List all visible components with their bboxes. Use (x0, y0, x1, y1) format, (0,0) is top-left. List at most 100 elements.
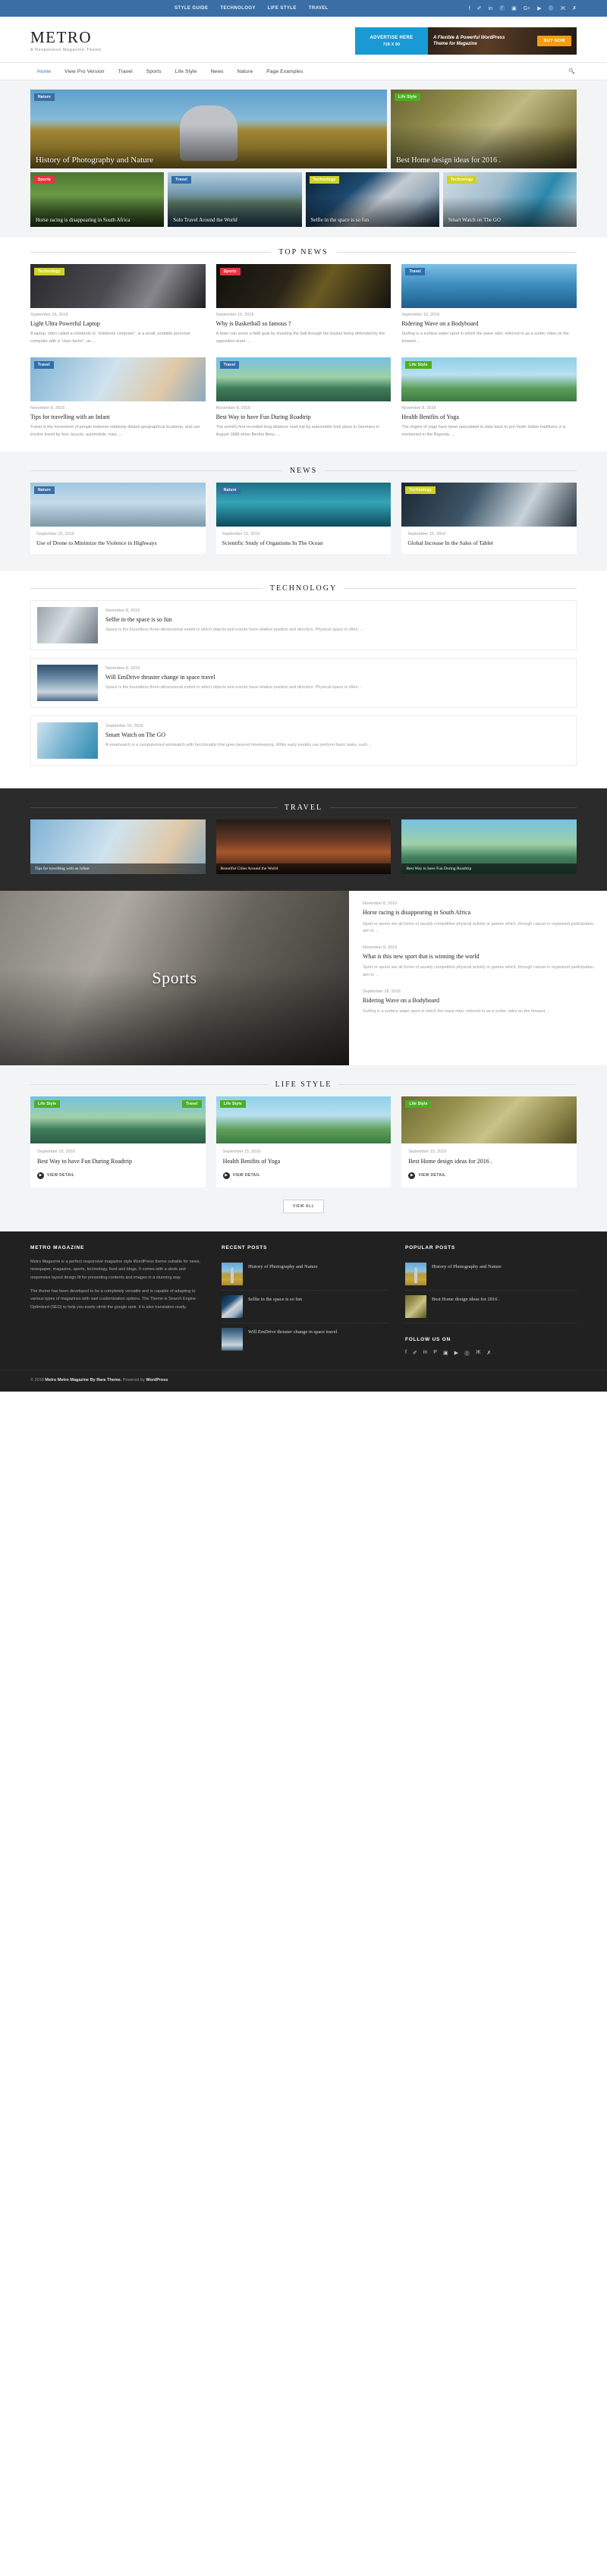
card-thumbnail[interactable]: Travel (215, 357, 392, 402)
slider-side-item[interactable]: Life Style Best Home design ideas for 20… (391, 90, 577, 168)
news-card[interactable]: Technology September 15, 2016 Global Inc… (401, 482, 577, 555)
slider-small-title[interactable]: Selfie in the space is so fun (311, 217, 434, 223)
card-title[interactable]: Best Way to have Fun During Roadtrip (37, 1158, 199, 1165)
category-badge[interactable]: Nature (34, 486, 55, 494)
card-thumbnail[interactable]: Life Style (215, 1096, 392, 1144)
advertise-here-box[interactable]: ADVERTISE HERE 728 X 90 (355, 27, 428, 55)
lifestyle-card[interactable]: Life Style Travel September 15, 2016 Bes… (30, 1096, 206, 1187)
card-title[interactable]: Use of Drone to Minimize the Violence in… (36, 539, 200, 547)
category-badge[interactable]: Life Style (395, 93, 421, 101)
lifestyle-card[interactable]: Life Style September 15, 2016 Health Ben… (215, 1096, 392, 1187)
odnoklassniki-icon[interactable]: Ⓞ (464, 1350, 470, 1357)
card-title[interactable]: Health Benifits of Yoga (223, 1158, 385, 1165)
slider-small-title[interactable]: Smart Watch on The GO (448, 217, 571, 223)
post-title[interactable]: Will EmDrive thruster change in space tr… (248, 1328, 337, 1336)
slider-small-title[interactable]: Horse racing is disappearing in South Af… (36, 217, 159, 223)
search-icon[interactable]: 🔍 (568, 68, 577, 74)
news-card[interactable]: Life Style November 8, 2016 Health Benif… (401, 357, 577, 439)
card-title[interactable]: Why is Basketball so famous ? (216, 320, 392, 328)
travel-card-title[interactable]: Beautiful Cities Around the World (215, 863, 392, 875)
slider-small-item[interactable]: Technology Selfie in the space is so fun (305, 172, 439, 227)
xing-icon[interactable]: ✗ (572, 6, 577, 11)
top-social-links[interactable]: f ✐ in Ⓟ ▣ G+ ▶ Ⓞ Ж ✗ (469, 6, 577, 11)
news-card[interactable]: Nature September 15, 2016 Use of Drone t… (30, 482, 206, 555)
card-thumbnail[interactable]: Nature (215, 482, 392, 527)
copyright-theme[interactable]: Metro Metro Magazine By Rara Theme. (45, 1378, 121, 1382)
googleplus-icon[interactable]: G+ (524, 6, 531, 11)
row-thumbnail[interactable] (37, 665, 98, 702)
top-nav-item-life-style[interactable]: LIFE STYLE (268, 6, 297, 11)
footer-post-item[interactable]: Best Home design ideas for 2016 . (405, 1291, 577, 1323)
slider-main-item[interactable]: Nature History of Photography and Nature (30, 90, 387, 168)
instagram-icon[interactable]: ▣ (443, 1350, 448, 1357)
news-card[interactable]: Travel November 8, 2016 Tips for travell… (30, 357, 206, 439)
card-title[interactable]: Best Home design ideas for 2016 . (408, 1158, 570, 1165)
news-card[interactable]: Sports September 15, 2016 Why is Basketb… (215, 264, 392, 345)
top-nav-item-style-guide[interactable]: STYLE GUIDE (175, 6, 208, 11)
card-title[interactable]: Tips for travelling with an Infant (30, 414, 206, 421)
linkedin-icon[interactable]: in (489, 6, 492, 11)
top-nav-item-technology[interactable]: TECHNOLOGY (220, 6, 255, 11)
item-title[interactable]: Horse racing is disappearing in South Af… (363, 909, 595, 917)
category-badge[interactable]: Life Style (34, 1100, 61, 1109)
card-thumbnail[interactable]: Life Style (401, 1096, 577, 1144)
vk-icon[interactable]: Ж (476, 1350, 480, 1357)
card-thumbnail[interactable]: Nature (30, 482, 206, 527)
travel-card[interactable]: Tips for travelling with an infant (30, 819, 206, 875)
category-badge[interactable]: Travel (171, 176, 191, 184)
item-title[interactable]: Ridering Wave on a Bodyboard (363, 997, 595, 1005)
news-card[interactable]: Nature September 15, 2016 Scientific Stu… (215, 482, 392, 555)
post-thumbnail[interactable] (405, 1262, 426, 1285)
sports-feature-image-block[interactable]: Sports (0, 891, 349, 1066)
news-card[interactable]: Travel November 8, 2016 Best Way to have… (215, 357, 392, 439)
nav-item-home[interactable]: Home (30, 69, 58, 74)
instagram-icon[interactable]: ▣ (511, 6, 517, 11)
post-title[interactable]: History of Photography and Nature (432, 1263, 502, 1271)
card-thumbnail[interactable]: Life Style (401, 357, 577, 402)
travel-card[interactable]: Beautiful Cities Around the World (215, 819, 392, 875)
post-thumbnail[interactable] (222, 1262, 243, 1285)
technology-row[interactable]: September 16, 2016 Smart Watch on The GO… (30, 716, 577, 766)
slider-small-title[interactable]: Solo Travel Around the World (173, 217, 296, 223)
main-nav[interactable]: Home View Pro Version Travel Sports Life… (30, 63, 577, 80)
post-thumbnail[interactable] (222, 1294, 243, 1318)
post-title[interactable]: History of Photography and Nature (248, 1263, 318, 1271)
category-badge[interactable]: Nature (34, 93, 55, 101)
post-title[interactable]: Best Home design ideas for 2016 . (432, 1295, 500, 1304)
row-thumbnail[interactable] (37, 607, 98, 644)
card-thumbnail[interactable]: Sports (215, 264, 392, 308)
card-thumbnail[interactable]: Travel (30, 357, 206, 402)
technology-row[interactable]: November 8, 2016 Selfie in the space is … (30, 600, 577, 651)
category-badge[interactable]: Life Style (405, 361, 432, 370)
nav-item-nature[interactable]: Nature (231, 69, 260, 74)
site-logo[interactable]: METRO (30, 30, 205, 46)
slider-small-item[interactable]: Travel Solo Travel Around the World (168, 172, 302, 227)
card-title[interactable]: Health Benifits of Yoga (401, 414, 577, 421)
category-badge[interactable]: Technology (446, 176, 477, 184)
category-badge[interactable]: Travel (34, 361, 54, 370)
news-card[interactable]: Technology September 15, 2016 Light Ultr… (30, 264, 206, 345)
top-nav-item-travel[interactable]: TRAVEL (309, 6, 329, 11)
sports-item[interactable]: November 8, 2016 Horse racing is disappe… (363, 901, 595, 936)
sports-item[interactable]: November 8, 2016 What is this new sport … (363, 945, 595, 980)
slider-side-title[interactable]: Best Home design ideas for 2016 . (396, 156, 571, 165)
odnoklassniki-icon[interactable]: Ⓞ (549, 6, 554, 11)
row-title[interactable]: Smart Watch on The GO (105, 731, 570, 738)
row-title[interactable]: Selfie in the space is so fun (105, 616, 570, 623)
travel-card-title[interactable]: Best Way to have Fun During Roadtrip (401, 863, 577, 875)
footer-post-item[interactable]: Selfie in the space is so fun (222, 1291, 388, 1323)
wordpress-link[interactable]: WordPress (146, 1378, 168, 1382)
twitter-icon[interactable]: ✐ (477, 6, 482, 11)
category-badge[interactable]: Travel (405, 268, 425, 275)
news-card[interactable]: Travel September 15, 2016 Ridering Wave … (401, 264, 577, 345)
post-title[interactable]: Selfie in the space is so fun (248, 1295, 302, 1304)
category-badge[interactable]: Life Style (405, 1100, 432, 1109)
sports-item[interactable]: September 18, 2016 Ridering Wave on a Bo… (363, 989, 595, 1016)
xing-icon[interactable]: ✗ (486, 1350, 491, 1357)
footer-social-links[interactable]: f ✐ in P ▣ ▶ Ⓞ Ж ✗ (405, 1350, 577, 1357)
nav-item-view-pro-version[interactable]: View Pro Version (58, 69, 112, 74)
category-badge[interactable]: Nature (219, 486, 241, 494)
technology-row[interactable]: November 8, 2016 Will EmDrive thruster c… (30, 658, 577, 709)
category-badge[interactable]: Technology (34, 268, 64, 275)
card-title[interactable]: Ridering Wave on a Bodyboard (401, 320, 577, 328)
